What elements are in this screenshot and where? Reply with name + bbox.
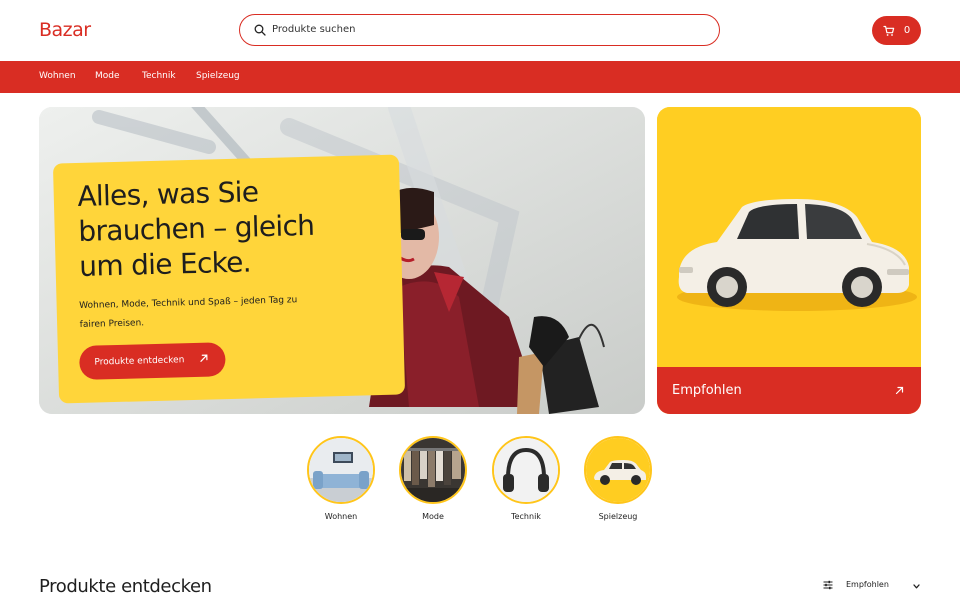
- category-wohnen-label: Wohnen: [324, 512, 358, 521]
- arrow-up-right-icon: [895, 386, 904, 395]
- category-mode-label: Mode: [422, 512, 444, 521]
- logo[interactable]: Bazar: [39, 19, 91, 41]
- car-image: [657, 107, 921, 367]
- category-technik-image: [492, 436, 560, 504]
- nav-item-spielzeug[interactable]: Spielzeug: [196, 71, 240, 81]
- site-header: Bazar 0: [0, 0, 960, 61]
- featured-label: Empfohlen: [672, 383, 742, 398]
- search-icon: [254, 24, 266, 36]
- category-spielzeug-image: [584, 436, 652, 504]
- nav-item-mode[interactable]: Mode: [95, 71, 120, 81]
- cart-icon: [883, 25, 895, 36]
- nav-item-wohnen[interactable]: Wohnen: [39, 71, 76, 81]
- sort-dropdown[interactable]: Empfohlen: [823, 580, 923, 592]
- featured-band[interactable]: Empfohlen: [657, 367, 921, 414]
- category-technik[interactable]: Technik: [490, 436, 562, 521]
- search-input[interactable]: [272, 15, 702, 44]
- cart-button[interactable]: 0: [872, 16, 921, 45]
- hero-subtitle: Wohnen, Mode, Technik und Spaß – jeden T…: [79, 295, 298, 330]
- nav-item-technik[interactable]: Technik: [142, 71, 176, 81]
- category-mode-image: [399, 436, 467, 504]
- hero-title: Alles, was Sie brauchen – gleich um die …: [77, 175, 315, 283]
- category-wohnen[interactable]: Wohnen: [305, 436, 377, 521]
- sliders-icon: [823, 580, 833, 590]
- discover-products-label: Produkte entdecken: [94, 355, 185, 368]
- category-technik-label: Technik: [511, 512, 541, 521]
- featured-card[interactable]: Empfohlen: [657, 107, 921, 414]
- category-nav: Wohnen Mode Technik Spielzeug: [0, 61, 960, 93]
- arrow-up-right-icon: [200, 354, 208, 362]
- category-wohnen-image: [307, 436, 375, 504]
- sort-label: Empfohlen: [846, 580, 889, 589]
- section-title: Produkte entdecken: [39, 576, 212, 597]
- discover-products-button[interactable]: Produkte entdecken: [79, 342, 226, 380]
- category-mode[interactable]: Mode: [397, 436, 469, 521]
- category-spielzeug-label: Spielzeug: [598, 512, 638, 521]
- chevron-down-icon: [913, 584, 920, 589]
- search-bar[interactable]: [239, 14, 720, 46]
- category-spielzeug[interactable]: Spielzeug: [582, 436, 654, 521]
- cart-count: 0: [903, 25, 911, 36]
